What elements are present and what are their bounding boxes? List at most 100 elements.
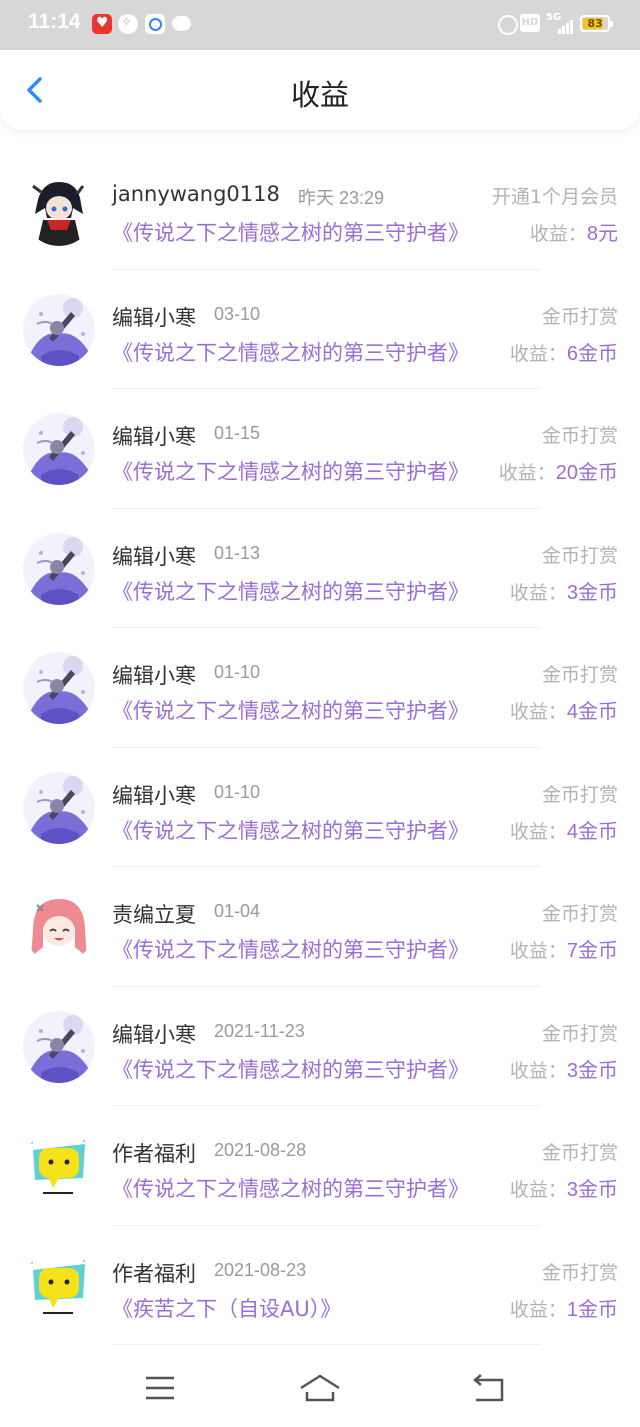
book-title-link[interactable]: 《传说之下之情感之树的第三守护者》	[112, 1054, 469, 1084]
income-value: 20金币	[555, 462, 618, 484]
book-title-link[interactable]: 《传说之下之情感之树的第三守护者》	[112, 217, 469, 247]
book-title-link[interactable]: 《传说之下之情感之树的第三守护者》	[112, 337, 469, 367]
income-amount: 收益：4金币	[510, 815, 618, 844]
income-label: 收益：	[529, 223, 587, 245]
record-date: 2021-08-23	[214, 1259, 307, 1280]
status-bar: 11:14 HD 5G 83	[0, 0, 640, 50]
income-value: 6金币	[566, 342, 618, 365]
income-type: 金币打赏	[541, 664, 618, 686]
book-title-link[interactable]: 《传说之下之情感之树的第三守护者》	[112, 695, 469, 725]
book-title-link[interactable]: 《传说之下之情感之树的第三守护者》	[112, 1173, 469, 1203]
income-label: 收益：	[509, 342, 567, 365]
income-value: 3金币	[566, 1179, 618, 1201]
home-button[interactable]	[298, 1370, 342, 1406]
income-amount: 收益：7金币	[510, 934, 618, 963]
back-nav-button[interactable]	[466, 1370, 510, 1406]
sender-name: 作者福利	[112, 1261, 196, 1286]
battery-level: 83	[587, 17, 603, 30]
list-item[interactable]: 编辑小寒 01-15 金币打赏《传说之下之情感之树的第三守护者》 收益：20金币	[0, 389, 640, 509]
purple-girl-avatar[interactable]	[23, 293, 95, 366]
sender-name: 编辑小寒	[112, 664, 196, 688]
qq-browser-icon	[145, 14, 165, 34]
income-type: 金币打赏	[541, 1261, 618, 1284]
purple-girl-avatar[interactable]	[23, 1010, 95, 1083]
list-item[interactable]: 编辑小寒 01-10 金币打赏 《传说之下之情感之树的第三守护者》 收益：4金币	[0, 628, 640, 748]
list-item[interactable]: 编辑小寒 03-10 金币打赏《传说之下之情感之树的第三守护者》 收益：6金币	[0, 270, 640, 389]
list-item[interactable]: 责编立夏 01-04 金币打赏 《传说之下之情感之树的第三守护者》 收益：7金币	[0, 867, 640, 987]
pink-hair-girl-avatar[interactable]	[23, 891, 95, 963]
home-icon	[300, 1374, 340, 1402]
message-icon	[172, 14, 192, 34]
income-amount: 收益：3金币	[510, 576, 618, 605]
list-item[interactable]: 编辑小寒 01-10 金币打赏《传说之下之情感之树的第三守护者》 收益：4金币	[0, 748, 640, 867]
sender-name: 编辑小寒	[112, 305, 196, 330]
income-list: jannywang0118 昨天 23:29 开通1个月会员 《传说之下之情感之树的第…	[0, 150, 640, 1345]
anime-boy-avatar[interactable]	[23, 174, 95, 246]
income-amount: 收益：6金币	[510, 337, 618, 366]
income-amount: 收益：3金币	[510, 1173, 618, 1202]
income-value: 7金币	[566, 940, 618, 962]
income-type: 金币打赏	[541, 544, 618, 567]
sender-name: jannywang0118	[112, 182, 280, 206]
sender-name: 编辑小寒	[112, 1022, 196, 1047]
income-amount: 收益：8元	[530, 217, 618, 246]
book-title-link[interactable]: 《传说之下之情感之树的第三守护者》	[112, 456, 469, 486]
income-label: 收益：	[509, 701, 567, 723]
book-title-link[interactable]: 《疾苦之下（自设AU）》	[112, 1293, 341, 1323]
income-amount: 收益：4金币	[510, 695, 618, 724]
record-date: 昨天 23:29	[298, 188, 385, 208]
income-label: 收益：	[498, 462, 556, 484]
income-amount: 收益：20金币	[499, 456, 618, 485]
income-amount: 收益：3金币	[510, 1054, 618, 1083]
sender-name: 编辑小寒	[112, 425, 196, 449]
income-label: 收益：	[509, 1179, 567, 1201]
record-date: 01-15	[214, 423, 261, 443]
income-value: 4金币	[566, 701, 618, 723]
income-label: 收益：	[509, 1059, 567, 1082]
purple-girl-avatar[interactable]	[23, 413, 95, 485]
list-item[interactable]: 作者福利 2021-08-28 金币打赏 《传说之下之情感之树的第三守护者》 收益：3金…	[0, 1106, 640, 1226]
record-date: 01-10	[214, 781, 261, 802]
list-item[interactable]: 编辑小寒 2021-11-23 金币打赏《传说之下之情感之树的第三守护者》 收益：3金…	[0, 987, 640, 1106]
menu-button[interactable]	[138, 1370, 182, 1406]
status-time: 11:14	[28, 10, 81, 33]
system-nav-bar	[0, 1352, 640, 1427]
sender-name: 编辑小寒	[112, 783, 196, 808]
record-date: 01-04	[214, 901, 261, 921]
income-value: 3金币	[566, 1059, 618, 1082]
income-label: 收益：	[509, 581, 567, 604]
record-date: 03-10	[214, 303, 261, 324]
income-label: 收益：	[509, 820, 567, 843]
signal-icon	[552, 20, 574, 34]
income-type: 金币打赏	[541, 1022, 618, 1045]
page-title: 收益	[290, 78, 349, 112]
income-label: 收益：	[509, 940, 567, 962]
sender-name: 编辑小寒	[112, 544, 196, 569]
battery-icon: 83	[580, 15, 613, 32]
purple-girl-avatar[interactable]	[23, 652, 95, 724]
purple-girl-avatar[interactable]	[23, 532, 95, 605]
income-type: 金币打赏	[541, 783, 618, 806]
yellow-chat-bubble-avatar[interactable]	[23, 1130, 95, 1202]
yellow-chat-bubble-avatar[interactable]	[23, 1249, 95, 1322]
compass-icon	[118, 14, 138, 34]
income-type: 金币打赏	[541, 425, 618, 447]
income-value: 3金币	[566, 581, 618, 604]
record-date: 2021-11-23	[214, 1020, 305, 1041]
sender-name: 作者福利	[112, 1142, 196, 1166]
income-label: 收益：	[509, 1298, 567, 1321]
hd-badge: HD	[520, 14, 540, 32]
list-item[interactable]: 编辑小寒 01-13 金币打赏 《传说之下之情感之树的第三守护者》 收益：3金币	[0, 509, 640, 628]
book-title-link[interactable]: 《传说之下之情感之树的第三守护者》	[112, 934, 469, 964]
list-item[interactable]: 作者福利 2021-08-23 金币打赏 《疾苦之下（自设AU）》 收益：1金币	[0, 1226, 640, 1345]
record-date: 2021-08-28	[214, 1140, 307, 1160]
sender-name: 责编立夏	[112, 903, 196, 927]
list-item[interactable]: jannywang0118 昨天 23:29 开通1个月会员 《传说之下之情感之树的第…	[0, 150, 640, 270]
income-value: 8元	[586, 223, 618, 245]
book-title-link[interactable]: 《传说之下之情感之树的第三守护者》	[112, 576, 469, 606]
income-type: 金币打赏	[541, 305, 618, 328]
book-title-link[interactable]: 《传说之下之情感之树的第三守护者》	[112, 815, 469, 845]
purple-girl-avatar[interactable]	[23, 771, 95, 844]
header: 收益	[0, 50, 640, 130]
back-arrow-icon	[473, 1374, 504, 1402]
